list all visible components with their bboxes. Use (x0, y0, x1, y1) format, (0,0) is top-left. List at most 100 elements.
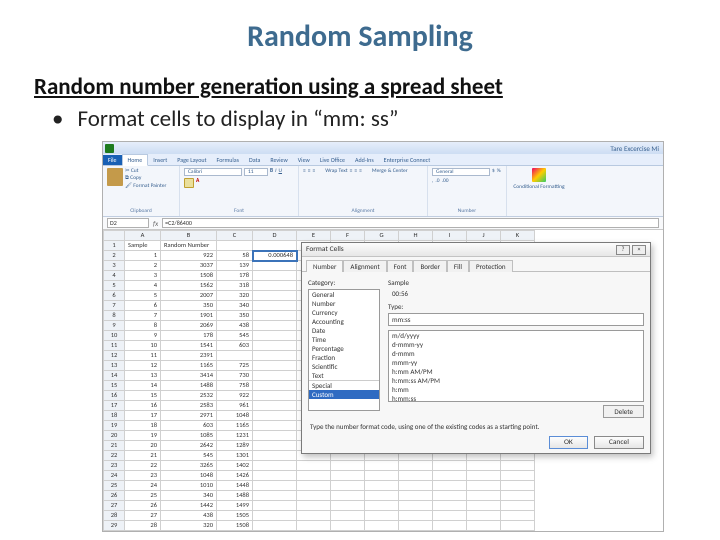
type-item[interactable]: d-mmm-yy (389, 340, 643, 349)
cell[interactable]: 15 (125, 391, 161, 401)
cell[interactable]: 178 (217, 271, 253, 281)
formula-input[interactable]: =C2/86400 (162, 218, 659, 228)
cell[interactable] (467, 511, 501, 521)
cell[interactable]: Random Number (161, 241, 217, 251)
cell[interactable]: 603 (161, 421, 217, 431)
cell[interactable]: 24 (125, 481, 161, 491)
cell[interactable]: 1508 (161, 271, 217, 281)
cell[interactable]: 438 (217, 321, 253, 331)
align-middle-button[interactable]: ≡ (308, 168, 311, 174)
cell[interactable]: 2391 (161, 351, 217, 361)
cell[interactable]: 1165 (161, 361, 217, 371)
cell[interactable]: 12 (125, 361, 161, 371)
cell[interactable]: 1289 (217, 441, 253, 451)
cancel-button[interactable]: Cancel (594, 436, 644, 449)
tab-formulas[interactable]: Formulas (212, 155, 244, 165)
cell[interactable]: 14 (125, 381, 161, 391)
row-header[interactable]: 28 (104, 511, 125, 521)
cell[interactable]: 1508 (217, 521, 253, 531)
row-header[interactable]: 26 (104, 491, 125, 501)
cell[interactable]: 8 (125, 321, 161, 331)
type-input[interactable]: mm:ss (388, 313, 644, 326)
row-header[interactable]: 1 (104, 241, 125, 251)
col-header[interactable]: I (433, 231, 467, 241)
cell[interactable] (253, 471, 297, 481)
category-list[interactable]: GeneralNumberCurrencyAccountingDateTimeP… (308, 289, 380, 411)
cell[interactable] (253, 341, 297, 351)
cell[interactable] (331, 491, 365, 501)
row-header[interactable]: 7 (104, 301, 125, 311)
cell[interactable] (253, 421, 297, 431)
category-item[interactable]: Time (309, 335, 379, 344)
row-header[interactable]: 24 (104, 471, 125, 481)
cell[interactable] (253, 411, 297, 421)
cell[interactable]: 19 (125, 431, 161, 441)
cell[interactable] (433, 481, 467, 491)
cell[interactable] (331, 511, 365, 521)
row-header[interactable]: 8 (104, 311, 125, 321)
cell[interactable]: 320 (217, 291, 253, 301)
cell[interactable] (297, 471, 331, 481)
category-item[interactable]: Scientific (309, 362, 379, 371)
category-item[interactable]: Number (309, 299, 379, 308)
underline-button[interactable]: U (278, 168, 282, 176)
cell[interactable] (433, 491, 467, 501)
col-header[interactable]: C (217, 231, 253, 241)
cell[interactable] (433, 471, 467, 481)
currency-button[interactable]: $ (492, 168, 495, 176)
cell[interactable]: 58 (217, 251, 253, 261)
cell[interactable] (433, 521, 467, 531)
cell[interactable]: 2583 (161, 401, 217, 411)
cell[interactable]: 1448 (217, 481, 253, 491)
cell[interactable]: 320 (161, 521, 217, 531)
tab-view[interactable]: View (293, 155, 315, 165)
cell[interactable] (253, 371, 297, 381)
cell[interactable] (253, 501, 297, 511)
fill-color-button[interactable] (184, 178, 194, 188)
cell[interactable] (365, 461, 399, 471)
align-center-button[interactable]: ≡ (354, 168, 357, 174)
tab-data[interactable]: Data (244, 155, 265, 165)
merge-center-button[interactable]: Merge & Center (372, 168, 408, 174)
row-header[interactable]: 23 (104, 461, 125, 471)
cell[interactable]: 3 (125, 271, 161, 281)
cell[interactable] (433, 511, 467, 521)
cell[interactable]: 1402 (217, 461, 253, 471)
row-header[interactable]: 12 (104, 351, 125, 361)
col-header[interactable]: K (501, 231, 535, 241)
row-header[interactable]: 15 (104, 381, 125, 391)
cell[interactable] (331, 461, 365, 471)
cell[interactable] (297, 521, 331, 531)
tab-review[interactable]: Review (265, 155, 292, 165)
category-item[interactable]: Accounting (309, 317, 379, 326)
cell[interactable]: 1085 (161, 431, 217, 441)
cell[interactable] (253, 521, 297, 531)
cell[interactable] (365, 521, 399, 531)
type-item[interactable]: m/d/yyyy (389, 331, 643, 340)
cell[interactable] (467, 491, 501, 501)
row-header[interactable]: 19 (104, 421, 125, 431)
cell[interactable]: 545 (161, 451, 217, 461)
cell[interactable] (467, 501, 501, 511)
cell[interactable]: 28 (125, 521, 161, 531)
row-header[interactable]: 25 (104, 481, 125, 491)
cell[interactable] (365, 491, 399, 501)
col-header[interactable]: E (297, 231, 331, 241)
cell[interactable]: 1541 (161, 341, 217, 351)
cell[interactable] (253, 461, 297, 471)
cell[interactable]: 5 (125, 291, 161, 301)
row-header[interactable]: 2 (104, 251, 125, 261)
category-item[interactable]: General (309, 290, 379, 299)
format-painter-button[interactable]: 🖌 Format Painter (125, 183, 166, 189)
font-color-button[interactable]: A (196, 178, 199, 188)
row-header[interactable]: 17 (104, 401, 125, 411)
cell[interactable]: 139 (217, 261, 253, 271)
cell[interactable] (253, 311, 297, 321)
cell[interactable] (331, 471, 365, 481)
type-item[interactable]: h:mm:ss (389, 394, 643, 402)
cell[interactable] (253, 401, 297, 411)
cell[interactable] (501, 461, 535, 471)
cell[interactable]: 730 (217, 371, 253, 381)
copy-button[interactable]: ⧉ Copy (125, 175, 166, 182)
cell[interactable] (253, 441, 297, 451)
